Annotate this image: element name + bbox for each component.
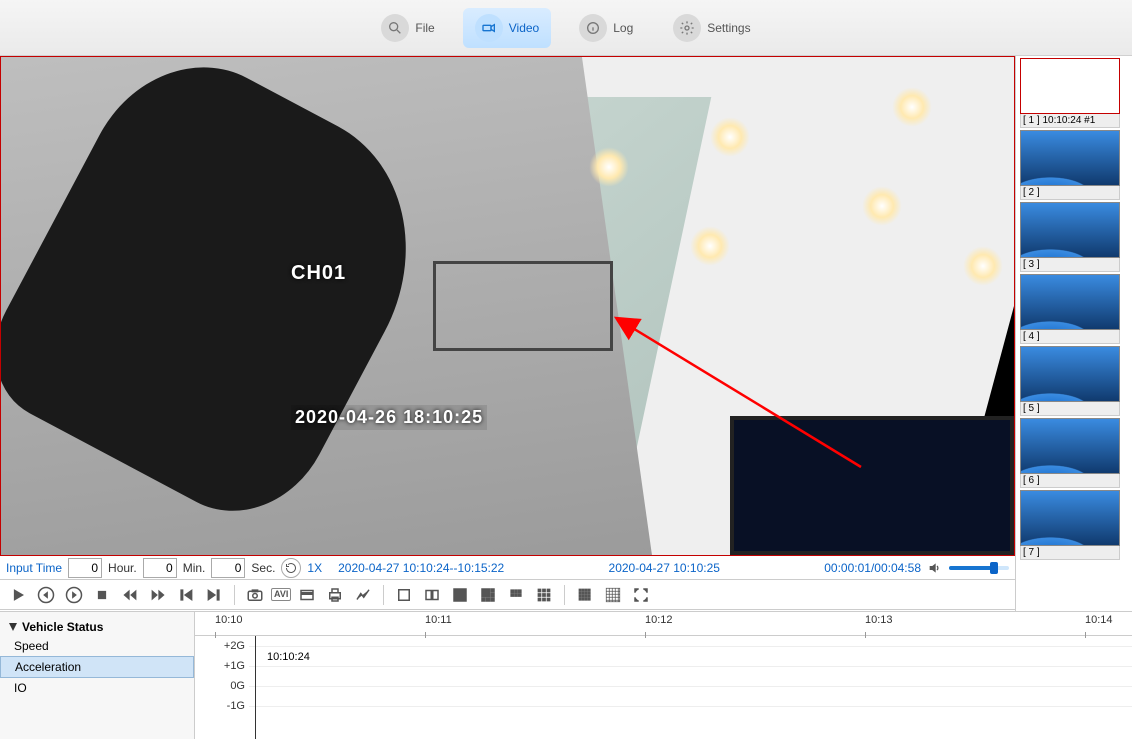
tick-2: 10:12 [645, 614, 673, 626]
nav-file[interactable]: File [369, 8, 446, 48]
layout-4-button[interactable] [448, 583, 472, 607]
layout-9-button[interactable] [532, 583, 556, 607]
top-nav: File Video Log Settings [0, 0, 1132, 56]
layout-16-button[interactable] [573, 583, 597, 607]
gear-icon [673, 14, 701, 42]
layout-25-button[interactable] [601, 583, 625, 607]
time-info-bar: Input Time Hour. Min. Sec. 1X 2020-04-27… [0, 556, 1015, 580]
sec-unit: Sec. [251, 561, 275, 575]
hour-input[interactable] [68, 558, 102, 578]
thumb-7[interactable]: [ 7 ] [1020, 490, 1120, 560]
input-time-label: Input Time [6, 561, 62, 575]
timeline-playhead[interactable] [255, 636, 256, 739]
vehicle-status-panel: Vehicle Status Speed Acceleration IO [0, 612, 195, 739]
nav-settings[interactable]: Settings [661, 8, 762, 48]
tick-0: 10:10 [215, 614, 243, 626]
layout-8-button[interactable] [504, 583, 528, 607]
ylabel-1: +1G [205, 660, 245, 672]
nav-video[interactable]: Video [463, 8, 551, 48]
thumb-6-label: [ 6 ] [1020, 474, 1120, 488]
status-item-acceleration[interactable]: Acceleration [0, 656, 194, 678]
ylabel-2: 0G [205, 680, 245, 692]
step-fwd-button[interactable] [62, 583, 86, 607]
fullscreen-button[interactable] [629, 583, 653, 607]
nav-video-label: Video [509, 21, 539, 35]
roi-rectangle[interactable] [433, 261, 613, 351]
timeline-chart[interactable]: 10:10 10:11 10:12 10:13 10:14 +2G +1G 0G… [195, 612, 1132, 739]
current-playback-time: 2020-04-27 10:10:25 [609, 561, 720, 575]
nav-log-label: Log [613, 21, 633, 35]
thumb-1-label: [ 1 ] 10:10:24 #1 [1020, 114, 1120, 128]
osd-timestamp: 2020-04-26 18:10:25 [291, 405, 487, 430]
min-input[interactable] [143, 558, 177, 578]
layout-2-button[interactable] [420, 583, 444, 607]
clip-button[interactable] [295, 583, 319, 607]
print-button[interactable] [323, 583, 347, 607]
rewind-button[interactable] [118, 583, 142, 607]
tick-1: 10:11 [425, 614, 452, 626]
status-item-io[interactable]: IO [0, 678, 194, 698]
thumb-2-label: [ 2 ] [1020, 186, 1120, 200]
thumb-5-label: [ 5 ] [1020, 402, 1120, 416]
play-button[interactable] [6, 583, 30, 607]
collapse-thumbs-handle[interactable] [1015, 326, 1016, 354]
layout-1-button[interactable] [392, 583, 416, 607]
sec-input[interactable] [211, 558, 245, 578]
collapse-triangle-icon [8, 622, 18, 632]
elapsed-total-time: 00:00:01/00:04:58 [824, 561, 921, 575]
thumb-3-label: [ 3 ] [1020, 258, 1120, 272]
hour-unit: Hour. [108, 561, 137, 575]
stop-button[interactable] [90, 583, 114, 607]
timeline-ticks: 10:10 10:11 10:12 10:13 10:14 [195, 612, 1132, 636]
nav-log[interactable]: Log [567, 8, 645, 48]
thumb-2[interactable]: [ 2 ] [1020, 130, 1120, 200]
min-unit: Min. [183, 561, 206, 575]
nav-settings-label: Settings [707, 21, 750, 35]
thumb-6[interactable]: [ 6 ] [1020, 418, 1120, 488]
thumb-7-label: [ 7 ] [1020, 546, 1120, 560]
video-panel: CH01 2020-04-26 18:10:25 Input Time Hour… [0, 56, 1015, 611]
tick-3: 10:13 [865, 614, 893, 626]
status-item-speed[interactable]: Speed [0, 636, 194, 656]
osd-channel: CH01 [291, 262, 346, 285]
volume-control[interactable] [927, 560, 1009, 576]
graph-button[interactable] [351, 583, 375, 607]
thumb-4-label: [ 4 ] [1020, 330, 1120, 344]
channel-thumbnail-panel: [ 1 ] 10:10:24 #1 [ 2 ] [ 3 ] [ 4 ] [ 5 … [1015, 56, 1132, 611]
next-clip-button[interactable] [202, 583, 226, 607]
thumb-4[interactable]: [ 4 ] [1020, 274, 1120, 344]
playback-toolbar: AVI [0, 580, 1015, 610]
ylabel-0: +2G [205, 640, 245, 652]
refresh-time-button[interactable] [281, 558, 301, 578]
video-viewport[interactable]: CH01 2020-04-26 18:10:25 [0, 56, 1015, 556]
snapshot-button[interactable] [243, 583, 267, 607]
magnifier-icon [381, 14, 409, 42]
timeline-axis: +2G +1G 0G -1G [195, 636, 1132, 739]
timeline-playhead-label: 10:10:24 [265, 650, 312, 664]
thumb-5[interactable]: [ 5 ] [1020, 346, 1120, 416]
time-range: 2020-04-27 10:10:24--10:15:22 [338, 561, 504, 575]
fastfwd-button[interactable] [146, 583, 170, 607]
playback-speed: 1X [307, 561, 322, 575]
export-avi-button[interactable]: AVI [271, 588, 291, 601]
info-icon [579, 14, 607, 42]
camera-icon [475, 14, 503, 42]
thumb-3[interactable]: [ 3 ] [1020, 202, 1120, 272]
nav-file-label: File [415, 21, 434, 35]
prev-clip-button[interactable] [174, 583, 198, 607]
ylabel-3: -1G [205, 700, 245, 712]
layout-6-button[interactable] [476, 583, 500, 607]
thumb-1[interactable]: [ 1 ] 10:10:24 #1 [1020, 58, 1120, 128]
vehicle-status-title[interactable]: Vehicle Status [0, 618, 194, 636]
tick-4: 10:14 [1085, 614, 1113, 626]
step-back-button[interactable] [34, 583, 58, 607]
volume-slider[interactable] [949, 566, 1009, 570]
speaker-icon [927, 560, 943, 576]
